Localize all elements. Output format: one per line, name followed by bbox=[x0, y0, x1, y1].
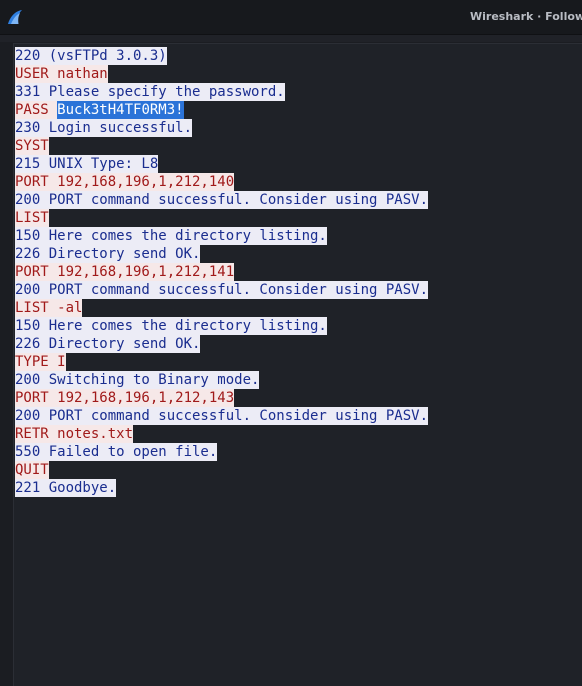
client-request-line[interactable]: RETR notes.txt bbox=[15, 425, 428, 443]
server-response-line[interactable]: 220 (vsFTPd 3.0.3) bbox=[15, 47, 428, 65]
client-request-line[interactable]: PORT 192,168,196,1,212,141 bbox=[15, 263, 428, 281]
server-response-line[interactable]: 150 Here comes the directory listing. bbox=[15, 317, 428, 335]
client-request-line[interactable]: PORT 192,168,196,1,212,140 bbox=[15, 173, 428, 191]
line-text: RETR notes.txt bbox=[15, 425, 134, 443]
line-text: LIST -al bbox=[15, 299, 83, 317]
wireshark-fin-icon bbox=[8, 10, 22, 24]
line-text: 230 Login successful. bbox=[15, 119, 193, 137]
client-request-line[interactable]: LIST -al bbox=[15, 299, 428, 317]
server-response-line[interactable]: 550 Failed to open file. bbox=[15, 443, 428, 461]
line-text: 331 Please specify the password. bbox=[15, 83, 285, 101]
server-response-line[interactable]: 230 Login successful. bbox=[15, 119, 428, 137]
server-response-line[interactable]: 200 PORT command successful. Consider us… bbox=[15, 191, 429, 209]
line-text: 215 UNIX Type: L8 bbox=[15, 155, 159, 173]
client-request-line[interactable]: SYST bbox=[15, 137, 428, 155]
line-text: 200 PORT command successful. Consider us… bbox=[15, 407, 429, 425]
server-response-line[interactable]: 200 PORT command successful. Consider us… bbox=[15, 281, 429, 299]
line-text: TYPE I bbox=[15, 353, 66, 371]
server-response-line[interactable]: 221 Goodbye. bbox=[15, 479, 428, 497]
line-text: 200 Switching to Binary mode. bbox=[15, 371, 260, 389]
line-text: 150 Here comes the directory listing. bbox=[15, 227, 327, 245]
pane-header-strip bbox=[0, 35, 582, 42]
server-response-line[interactable]: 226 Directory send OK. bbox=[15, 335, 428, 353]
line-text: USER nathan bbox=[15, 65, 108, 83]
line-text: 200 PORT command successful. Consider us… bbox=[15, 281, 429, 299]
client-request-line[interactable]: TYPE I bbox=[15, 353, 428, 371]
server-response-line[interactable]: 200 PORT command successful. Consider us… bbox=[15, 407, 429, 425]
line-text: SYST bbox=[15, 137, 49, 155]
client-request-line[interactable]: QUIT bbox=[15, 461, 428, 479]
line-text: 550 Failed to open file. bbox=[15, 443, 218, 461]
line-text: LIST bbox=[15, 209, 49, 227]
server-response-line[interactable]: 200 Switching to Binary mode. bbox=[15, 371, 428, 389]
line-text: 226 Directory send OK. bbox=[15, 245, 201, 263]
line-text: 200 PORT command successful. Consider us… bbox=[15, 191, 429, 209]
line-text: PASS bbox=[15, 101, 58, 119]
line-text: 226 Directory send OK. bbox=[15, 335, 201, 353]
client-request-line[interactable]: LIST bbox=[15, 209, 428, 227]
server-response-line[interactable]: 226 Directory send OK. bbox=[15, 245, 428, 263]
server-response-line[interactable]: 215 UNIX Type: L8 bbox=[15, 155, 428, 173]
line-text: 220 (vsFTPd 3.0.3) bbox=[15, 47, 167, 65]
client-request-line[interactable]: PASS Buck3tH4TF0RM3! bbox=[15, 101, 428, 119]
window-title: Wireshark · Follow TC bbox=[470, 10, 582, 23]
line-text: QUIT bbox=[15, 461, 49, 479]
stream-content: 220 (vsFTPd 3.0.3) USER nathan 331 Please … bbox=[15, 47, 429, 497]
line-text: PORT 192,168,196,1,212,141 bbox=[15, 263, 235, 281]
server-response-line[interactable]: 150 Here comes the directory listing. bbox=[15, 227, 428, 245]
server-response-line[interactable]: 331 Please specify the password. bbox=[15, 83, 428, 101]
client-request-line[interactable]: PORT 192,168,196,1,212,143 bbox=[15, 389, 428, 407]
selected-text[interactable]: Buck3tH4TF0RM3! bbox=[57, 101, 184, 119]
line-text: PORT 192,168,196,1,212,143 bbox=[15, 389, 235, 407]
line-text: 221 Goodbye. bbox=[15, 479, 117, 497]
title-bar: Wireshark · Follow TC bbox=[0, 0, 582, 35]
line-text: PORT 192,168,196,1,212,140 bbox=[15, 173, 235, 191]
client-request-line[interactable]: USER nathan bbox=[15, 65, 428, 83]
line-text: 150 Here comes the directory listing. bbox=[15, 317, 327, 335]
follow-stream-text-area[interactable]: 220 (vsFTPd 3.0.3) USER nathan 331 Please … bbox=[13, 43, 582, 686]
